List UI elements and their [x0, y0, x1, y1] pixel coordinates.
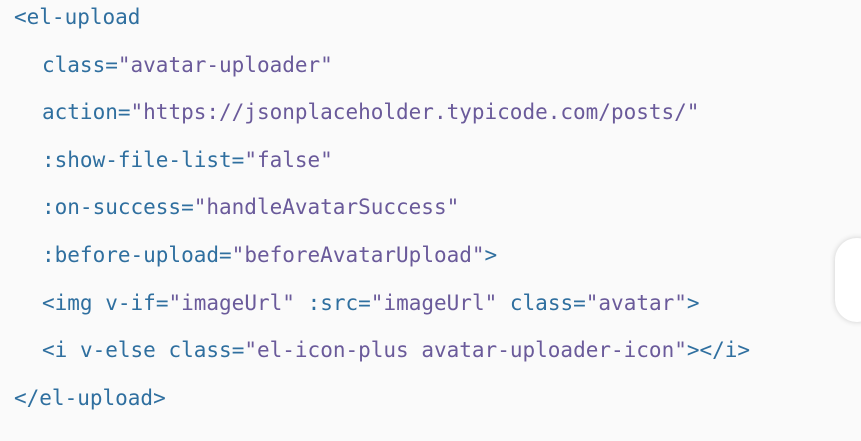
code-line-7: <img v-if="imageUrl" :src="imageUrl" cla…: [0, 289, 861, 337]
attr-name: v-if: [105, 290, 156, 315]
tag-img-open: <img: [42, 290, 93, 315]
attr-name: :on-success: [42, 195, 182, 220]
attr-equals: =: [358, 290, 371, 315]
code-line-1: <el-upload: [0, 3, 861, 51]
attr-name: class: [168, 338, 232, 363]
attr-name: :show-file-list: [42, 147, 232, 172]
attr-name: :before-upload: [42, 242, 220, 267]
tag-el-upload-close: </el-upload>: [14, 385, 166, 410]
scroll-handle[interactable]: [835, 238, 861, 322]
tag-close-bracket: >: [686, 290, 700, 315]
attr-equals: =: [573, 290, 586, 315]
attr-value: "avatar": [585, 290, 687, 315]
attr-value: "false": [244, 147, 333, 172]
attr-equals: =: [219, 242, 232, 267]
code-line-6: :before-upload="beforeAvatarUpload">: [0, 241, 861, 289]
attr-equals: =: [231, 338, 245, 363]
attr-equals: =: [181, 195, 194, 220]
attr-equals: =: [105, 52, 118, 77]
tag-i-open: <i: [42, 338, 68, 363]
attr-name: :src: [307, 290, 359, 315]
code-line-3: action="https://jsonplaceholder.typicode…: [0, 98, 861, 146]
attr-equals: =: [231, 147, 245, 172]
attr-equals: =: [117, 100, 131, 125]
code-line-5: :on-success="handleAvatarSuccess": [0, 193, 861, 241]
attr-value: "imageUrl": [168, 290, 295, 315]
attr-name: action: [42, 100, 118, 125]
attr-name: class: [42, 52, 106, 77]
tag-close-bracket: >: [484, 242, 498, 267]
code-line-4: :show-file-list="false": [0, 146, 861, 194]
code-block: <el-upload class="avatar-uploader" actio…: [0, 0, 861, 441]
attr-equals: =: [155, 290, 169, 315]
code-line-9: </el-upload>: [0, 384, 861, 432]
attr-value: "imageUrl": [370, 290, 498, 315]
attr-value: "https://jsonplaceholder.typicode.com/po…: [130, 100, 700, 125]
tag-el-upload-open: <el-upload: [14, 5, 141, 29]
attr-value: "avatar-uploader": [117, 52, 333, 77]
attr-value: "beforeAvatarUpload": [231, 242, 485, 267]
tag-i-close: ></i>: [686, 338, 751, 363]
attr-value: "handleAvatarSuccess": [193, 195, 460, 220]
code-line-8: <i v-else class="el-icon-plus avatar-upl…: [0, 336, 861, 384]
attr-name: v-else: [79, 338, 156, 363]
attr-value: "el-icon-plus avatar-uploader-icon": [244, 338, 687, 363]
code-line-2: class="avatar-uploader": [0, 51, 861, 99]
attr-name: class: [509, 290, 574, 315]
